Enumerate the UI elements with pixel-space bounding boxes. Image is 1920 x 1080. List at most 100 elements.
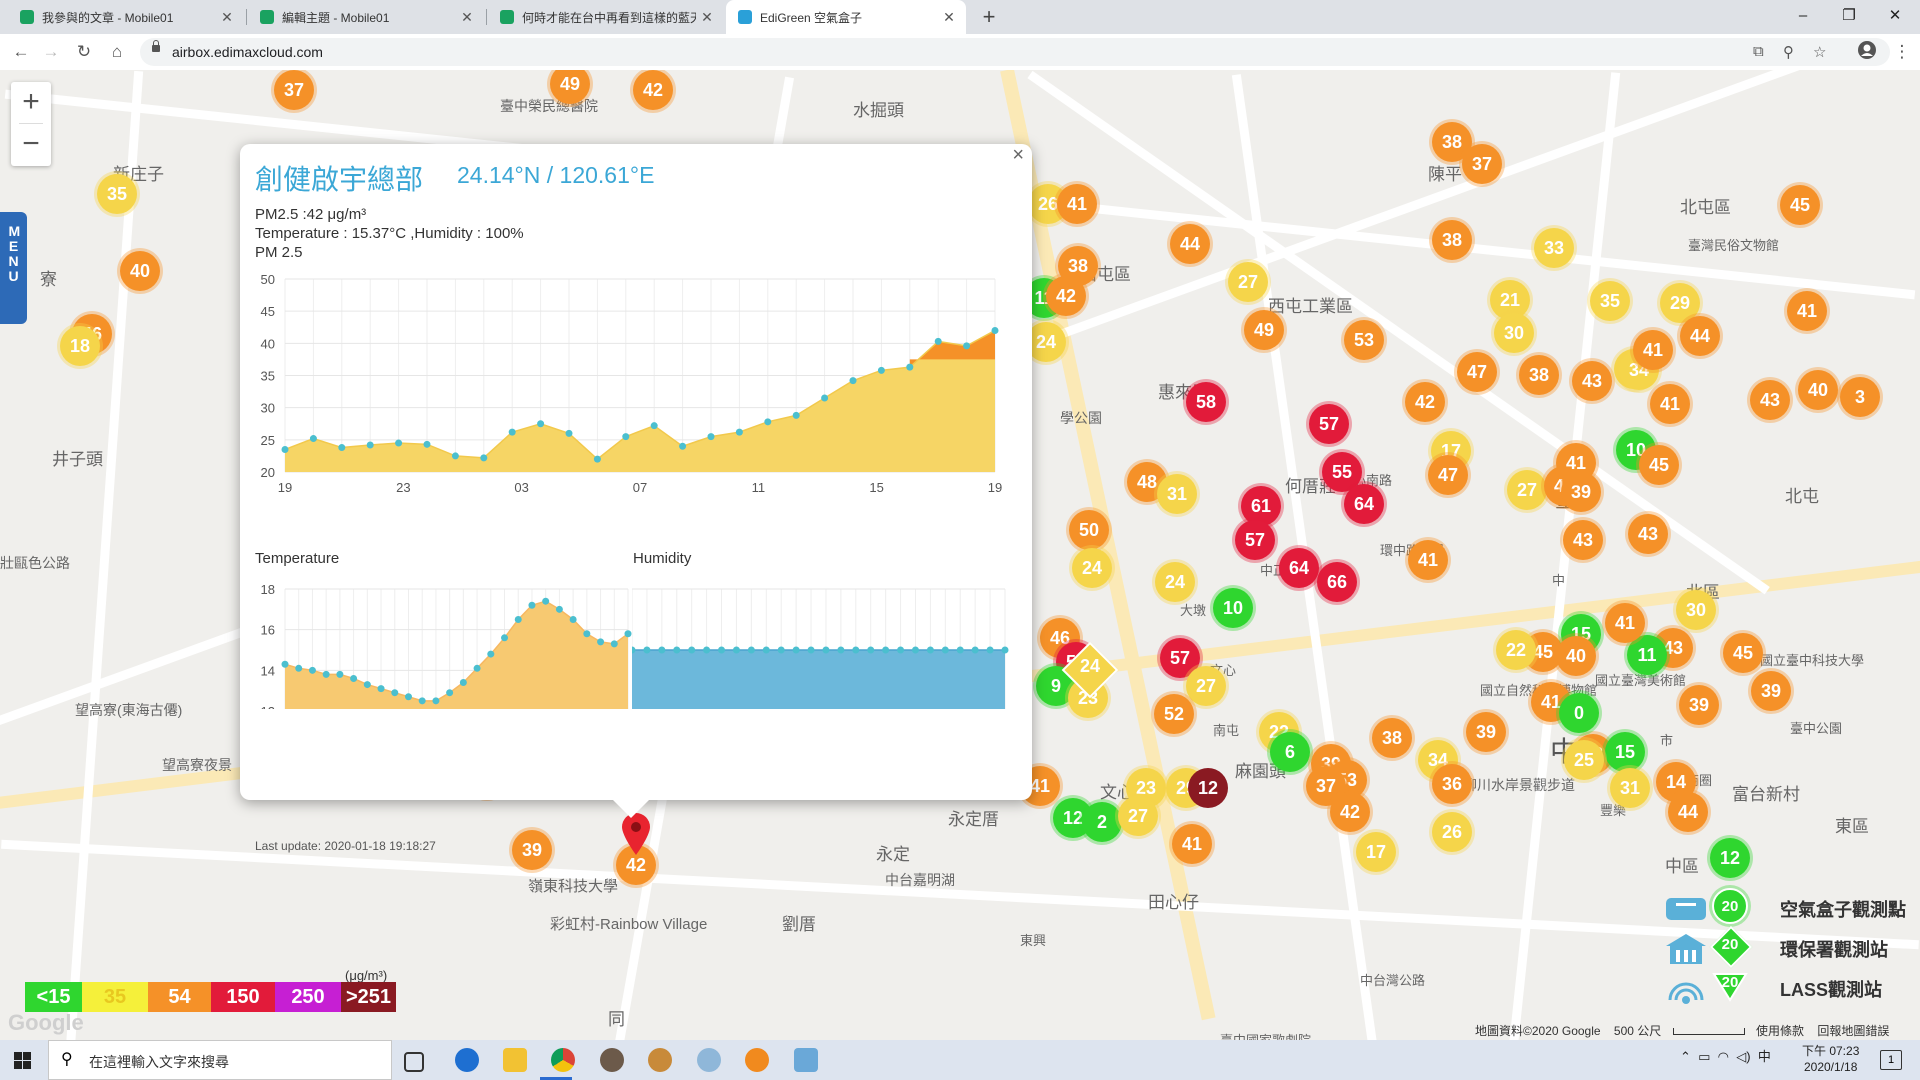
station-marker[interactable]: 12	[1710, 838, 1750, 878]
station-marker[interactable]: 22	[1496, 630, 1536, 670]
windows-start-icon[interactable]	[14, 1052, 31, 1069]
station-marker[interactable]: 0	[1559, 693, 1599, 733]
volume-icon[interactable]: ◁)	[1736, 1049, 1750, 1064]
station-marker[interactable]: 27	[1507, 470, 1547, 510]
station-marker[interactable]: 24	[1072, 548, 1112, 588]
station-marker[interactable]: 41	[1172, 824, 1212, 864]
station-marker[interactable]: 44	[1680, 316, 1720, 356]
station-marker[interactable]: 40	[120, 251, 160, 291]
notification-center-icon[interactable]: 1	[1880, 1050, 1902, 1070]
close-popup-button[interactable]: ×	[1012, 144, 1024, 167]
station-marker[interactable]: 35	[1590, 281, 1630, 321]
station-marker[interactable]: 57	[1235, 520, 1275, 560]
maximize-button[interactable]: ❐	[1826, 2, 1872, 30]
tab-close-icon[interactable]: ✕	[456, 9, 478, 26]
station-marker[interactable]: 50	[1069, 510, 1109, 550]
tab-mobile01-articles[interactable]: 我參與的文章 - Mobile01 ✕	[8, 0, 244, 34]
blender-icon[interactable]	[745, 1048, 769, 1072]
station-marker[interactable]: 39	[1466, 712, 1506, 752]
app-icon-4[interactable]	[794, 1048, 818, 1072]
station-marker[interactable]: 2	[1082, 802, 1122, 842]
station-marker[interactable]: 64	[1279, 548, 1319, 588]
station-marker[interactable]: 43	[1572, 361, 1612, 401]
station-marker[interactable]: 31	[1610, 768, 1650, 808]
station-marker[interactable]: 15	[1605, 732, 1645, 772]
translate-icon[interactable]: ⧉	[1753, 43, 1764, 60]
taskbar-clock[interactable]: 下午 07:23 2020/1/18	[1802, 1043, 1859, 1075]
station-marker[interactable]: 17	[1356, 832, 1396, 872]
station-marker[interactable]: 37	[274, 70, 314, 110]
station-marker[interactable]: 12	[1188, 768, 1228, 808]
station-marker[interactable]: 40	[1798, 370, 1838, 410]
station-marker[interactable]: 44	[1668, 792, 1708, 832]
station-marker[interactable]: 38	[1519, 355, 1559, 395]
station-marker[interactable]: 3	[1840, 377, 1880, 417]
station-marker[interactable]: 52	[1154, 694, 1194, 734]
tab-edigreen-airbox[interactable]: EdiGreen 空氣盒子 ✕	[726, 0, 966, 34]
station-marker[interactable]: 27	[1118, 796, 1158, 836]
station-marker[interactable]: 42	[1330, 792, 1370, 832]
station-marker[interactable]: 40	[1556, 636, 1596, 676]
tab-close-icon[interactable]: ✕	[216, 9, 238, 26]
station-marker[interactable]: 18	[60, 326, 100, 366]
map-canvas[interactable]: 新庄子 井子頭 壯甌色公路 望高寮(東海古僊) 望高寮夜景 寮 水掘頭 臺中榮民…	[0, 70, 1920, 1040]
reload-icon[interactable]: ↻	[72, 40, 96, 64]
station-marker[interactable]: 30	[1676, 590, 1716, 630]
task-view-icon[interactable]	[404, 1052, 424, 1072]
address-bar[interactable]: airbox.edimaxcloud.com ⧉ ⚲ ☆	[140, 38, 1890, 66]
station-marker[interactable]: 45	[1780, 185, 1820, 225]
profile-avatar-icon[interactable]	[1855, 40, 1879, 64]
more-menu-icon[interactable]: ⋮	[1890, 40, 1914, 64]
station-marker[interactable]: 43	[1750, 380, 1790, 420]
station-marker[interactable]: 38	[1432, 220, 1472, 260]
station-marker[interactable]: 39	[1679, 685, 1719, 725]
station-marker[interactable]: 57	[1309, 404, 1349, 444]
station-marker[interactable]: 37	[1462, 144, 1502, 184]
tab-close-icon[interactable]: ✕	[938, 9, 960, 26]
station-marker[interactable]: 45	[1639, 445, 1679, 485]
station-marker[interactable]: 25	[1564, 740, 1604, 780]
station-marker[interactable]: 39	[1751, 671, 1791, 711]
report-error-link[interactable]: 回報地圖錯誤	[1817, 1024, 1889, 1038]
app-icon-1[interactable]	[600, 1048, 624, 1072]
station-marker[interactable]: 41	[1650, 384, 1690, 424]
station-marker[interactable]: 44	[1170, 224, 1210, 264]
station-marker[interactable]: 42	[1405, 382, 1445, 422]
station-marker[interactable]: 24	[1026, 322, 1066, 362]
terms-link[interactable]: 使用條款	[1756, 1024, 1804, 1038]
station-marker[interactable]: 24	[1155, 562, 1195, 602]
station-marker[interactable]: 47	[1457, 352, 1497, 392]
zoom-icon[interactable]: ⚲	[1783, 43, 1794, 61]
menu-tab-button[interactable]: MENU	[0, 212, 27, 324]
station-marker[interactable]: 6	[1270, 732, 1310, 772]
station-marker[interactable]: 43	[1563, 520, 1603, 560]
app-icon-3[interactable]	[697, 1048, 721, 1072]
app-icon-2[interactable]	[648, 1048, 672, 1072]
station-marker[interactable]: 41	[1605, 603, 1645, 643]
station-marker[interactable]: 39	[512, 830, 552, 870]
zoom-in-button[interactable]: +	[11, 82, 51, 122]
station-marker[interactable]: 42	[1046, 276, 1086, 316]
wifi-icon[interactable]: ◠	[1718, 1049, 1729, 1064]
forward-arrow-icon[interactable]: →	[39, 40, 63, 64]
station-marker[interactable]: 41	[1787, 291, 1827, 331]
station-marker[interactable]: 49	[1244, 310, 1284, 350]
station-marker[interactable]: 30	[1494, 313, 1534, 353]
station-marker[interactable]: 36	[1432, 764, 1472, 804]
station-marker[interactable]: 26	[1432, 812, 1472, 852]
taskbar-search-box[interactable]: ⚲ 在這裡輸入文字來搜尋	[48, 1040, 392, 1080]
station-marker[interactable]: 27	[1186, 666, 1226, 706]
station-marker[interactable]: 47	[1428, 455, 1468, 495]
station-marker[interactable]: 45	[1723, 633, 1763, 673]
ime-indicator[interactable]: 中	[1758, 1049, 1771, 1064]
tray-chevron-icon[interactable]: ⌃	[1680, 1049, 1691, 1064]
tab-mobile01-edit[interactable]: 編輯主題 - Mobile01 ✕	[248, 0, 484, 34]
file-explorer-icon[interactable]	[503, 1048, 527, 1072]
station-marker[interactable]: 35	[97, 174, 137, 214]
station-marker[interactable]: 41	[1408, 540, 1448, 580]
station-marker[interactable]: 41	[1556, 443, 1596, 483]
home-icon[interactable]: ⌂	[105, 40, 129, 64]
station-marker[interactable]: 43	[1628, 514, 1668, 554]
back-arrow-icon[interactable]: ←	[9, 40, 33, 64]
station-marker[interactable]: 10	[1213, 588, 1253, 628]
